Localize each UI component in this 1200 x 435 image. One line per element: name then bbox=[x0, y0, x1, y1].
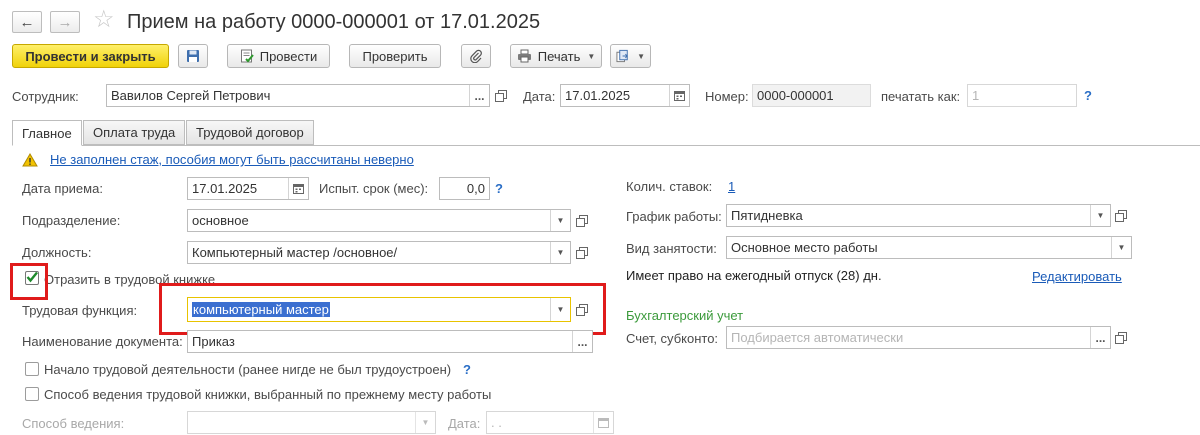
post-doc-icon bbox=[240, 49, 254, 63]
check-button[interactable]: Проверить bbox=[349, 44, 441, 68]
open-form-icon bbox=[1115, 209, 1127, 222]
rates-link[interactable]: 1 bbox=[728, 179, 735, 194]
chevron-down-icon[interactable]: ▼ bbox=[415, 412, 435, 433]
related-docs-icon bbox=[616, 49, 628, 63]
document-name-label: Наименование документа: bbox=[22, 334, 183, 349]
open-form-icon bbox=[495, 89, 507, 102]
calendar-button[interactable] bbox=[593, 412, 613, 433]
select-ellipsis-button[interactable]: ... bbox=[1090, 327, 1110, 348]
open-form-icon bbox=[576, 214, 588, 227]
print-button[interactable]: Печать ▼ bbox=[510, 44, 602, 68]
print-as-field[interactable]: 1 bbox=[967, 84, 1077, 107]
employment-label: Вид занятости: bbox=[626, 241, 717, 256]
back-button[interactable]: ← bbox=[12, 11, 42, 33]
post-button[interactable]: Провести bbox=[227, 44, 330, 68]
hire-date-field[interactable]: 17.01.2025 bbox=[187, 177, 309, 200]
help-icon[interactable]: ? bbox=[495, 181, 503, 196]
number-label: Номер: bbox=[705, 89, 749, 104]
method-label: Способ ведения трудовой книжки, выбранны… bbox=[44, 387, 492, 402]
hire-date-label: Дата приема: bbox=[22, 181, 103, 196]
open-account-button[interactable] bbox=[1111, 326, 1131, 349]
arrow-left-icon: ← bbox=[19, 13, 35, 31]
help-icon[interactable]: ? bbox=[463, 362, 471, 377]
start-activity-checkbox[interactable] bbox=[25, 362, 39, 376]
warning-icon bbox=[22, 153, 38, 167]
department-label: Подразделение: bbox=[22, 213, 121, 228]
calendar-button[interactable] bbox=[288, 178, 308, 199]
method-checkbox[interactable] bbox=[25, 387, 39, 401]
method-field[interactable]: ▼ bbox=[187, 411, 436, 434]
rates-label: Колич. ставок: bbox=[626, 179, 713, 194]
open-form-icon bbox=[576, 246, 588, 259]
favorite-star-icon[interactable]: ☆ bbox=[93, 8, 115, 32]
edit-link[interactable]: Редактировать bbox=[1032, 269, 1122, 284]
document-name-field[interactable]: Приказ ... bbox=[187, 330, 593, 353]
number-field[interactable]: 0000-000001 bbox=[752, 84, 871, 107]
open-schedule-button[interactable] bbox=[1111, 204, 1131, 227]
print-as-label: печатать как: bbox=[881, 89, 961, 104]
chevron-down-icon: ▼ bbox=[637, 51, 645, 61]
method-date-label: Дата: bbox=[448, 416, 481, 431]
select-ellipsis-button[interactable]: ... bbox=[469, 85, 489, 106]
chevron-down-icon[interactable]: ▼ bbox=[550, 242, 570, 263]
paperclip-icon bbox=[470, 49, 482, 63]
employee-field[interactable]: Вавилов Сергей Петрович ... bbox=[106, 84, 490, 107]
employee-label: Сотрудник: bbox=[12, 89, 79, 104]
post-and-close-button[interactable]: Провести и закрыть bbox=[12, 44, 169, 68]
open-form-icon bbox=[1115, 331, 1127, 344]
labor-function-label: Трудовая функция: bbox=[22, 303, 138, 318]
annotation-box-checkbox bbox=[10, 263, 48, 300]
calendar-button[interactable] bbox=[669, 85, 689, 106]
save-button[interactable] bbox=[178, 44, 208, 68]
vacation-text: Имеет право на ежегодный отпуск (28) дн. bbox=[626, 268, 882, 283]
calendar-icon bbox=[293, 184, 304, 194]
start-activity-label: Начало трудовой деятельности (ранее нигд… bbox=[44, 362, 452, 377]
tab-contract[interactable]: Трудовой договор bbox=[186, 120, 314, 145]
open-position-button[interactable] bbox=[572, 241, 592, 264]
tab-payment[interactable]: Оплата труда bbox=[83, 120, 186, 145]
chevron-down-icon[interactable]: ▼ bbox=[1111, 237, 1131, 258]
annotation-box-labor-function bbox=[159, 283, 606, 335]
schedule-field[interactable]: Пятидневка ▼ bbox=[726, 204, 1111, 227]
accounting-header: Бухгалтерский учет bbox=[626, 308, 744, 323]
date-field[interactable]: 17.01.2025 bbox=[560, 84, 690, 107]
warning-link[interactable]: Не заполнен стаж, пособия могут быть рас… bbox=[50, 152, 414, 167]
forward-button[interactable]: → bbox=[50, 11, 80, 33]
date-label: Дата: bbox=[523, 89, 556, 104]
open-employee-button[interactable] bbox=[491, 84, 511, 107]
account-field[interactable]: Подбирается автоматически ... bbox=[726, 326, 1111, 349]
chevron-down-icon: ▼ bbox=[587, 51, 596, 61]
method-field-label: Способ ведения: bbox=[22, 416, 125, 431]
chevron-down-icon[interactable]: ▼ bbox=[550, 210, 570, 231]
calendar-icon bbox=[598, 418, 609, 428]
printer-icon bbox=[517, 49, 532, 63]
probation-label: Испыт. срок (мес): bbox=[319, 181, 429, 196]
chevron-down-icon[interactable]: ▼ bbox=[1090, 205, 1110, 226]
probation-field[interactable]: 0,0 bbox=[439, 177, 490, 200]
employment-field[interactable]: Основное место работы ▼ bbox=[726, 236, 1132, 259]
account-label: Счет, субконто: bbox=[626, 331, 719, 346]
tab-divider bbox=[12, 145, 1200, 146]
department-field[interactable]: основное ▼ bbox=[187, 209, 571, 232]
related-docs-button[interactable]: ▼ bbox=[610, 44, 651, 68]
attach-button[interactable] bbox=[461, 44, 491, 68]
position-label: Должность: bbox=[22, 245, 92, 260]
select-ellipsis-button[interactable]: ... bbox=[572, 331, 592, 352]
schedule-label: График работы: bbox=[626, 209, 722, 224]
method-date-field[interactable]: . . bbox=[486, 411, 614, 434]
page-title: Прием на работу 0000-000001 от 17.01.202… bbox=[127, 11, 541, 33]
help-icon[interactable]: ? bbox=[1084, 88, 1092, 103]
floppy-icon bbox=[187, 50, 199, 62]
open-department-button[interactable] bbox=[572, 209, 592, 232]
position-field[interactable]: Компьютерный мастер /основное/ ▼ bbox=[187, 241, 571, 264]
tab-main[interactable]: Главное bbox=[12, 120, 82, 146]
arrow-right-icon: → bbox=[57, 13, 73, 31]
calendar-icon bbox=[674, 91, 685, 101]
